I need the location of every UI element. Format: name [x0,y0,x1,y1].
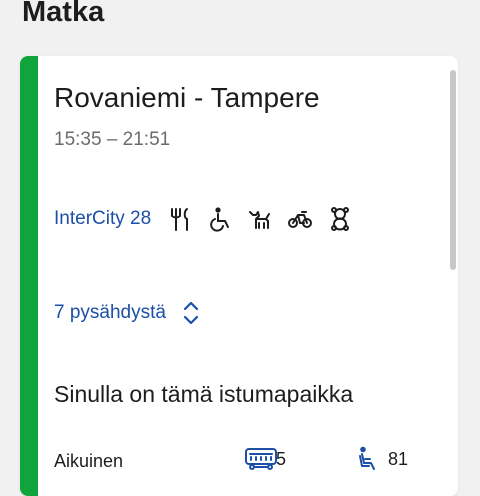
seat-info: 81 [354,446,408,472]
restaurant-icon [167,206,193,232]
scrollbar[interactable] [450,70,456,270]
wagon-number: 5 [276,449,287,469]
seat-icon [354,446,380,472]
departure-arrival-time: 15:35 – 21:51 [54,129,171,150]
route-title: Rovaniemi - Tampere [54,82,320,113]
passenger-type: Aikuinen [54,451,124,471]
train-wagon-icon [244,446,277,472]
train-info-row: InterCity 28 [54,206,353,232]
train-name-link[interactable]: InterCity 28 [54,206,151,232]
route-color-bar [20,56,38,496]
stops-toggle[interactable]: 7 pysähdystä [54,299,200,327]
journey-card: Rovaniemi - Tampere 15:35 – 21:51 InterC… [20,56,458,496]
seat-number: 81 [388,449,409,469]
seat-section-heading: Sinulla on tämä istumapaikka [54,381,354,407]
teddy-bear-icon [327,206,353,232]
expand-collapse-icon [182,299,200,327]
pet-icon [247,206,273,232]
stops-count-label: 7 pysähdystä [54,302,166,323]
wheelchair-icon [207,206,233,232]
wagon-info: 5 [244,446,286,472]
page-title: Matka [22,0,105,28]
bicycle-icon [287,206,313,232]
